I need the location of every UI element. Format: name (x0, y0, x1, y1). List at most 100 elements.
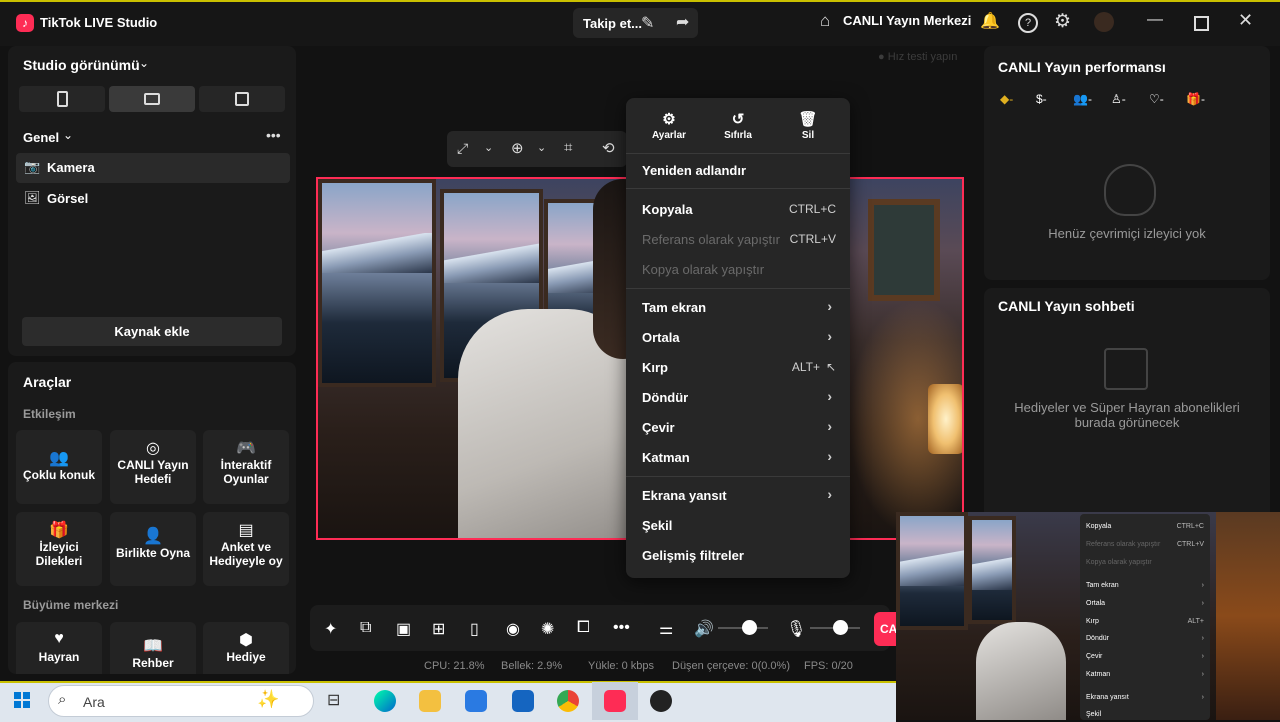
camera-effects-icon[interactable]: ✺ (541, 619, 554, 639)
source-item-image[interactable]: 🖼 Görsel (16, 184, 290, 214)
edit-icon[interactable]: ✎ (641, 13, 654, 33)
minimize-icon[interactable]: — (1147, 11, 1163, 29)
image-icon: 🖼 (24, 190, 41, 205)
task-view-icon[interactable]: ⊟ (327, 690, 349, 712)
record-icon[interactable]: ◉ (506, 619, 520, 639)
menu-item-copy[interactable]: Kopyala CTRL+C (642, 202, 836, 222)
ctx-delete-button[interactable]: 🗑 Sil (778, 110, 838, 141)
mini-label: Tam ekran (1086, 582, 1119, 589)
tool-poll[interactable]: ▤ Anket ve Hediyeyle oy (203, 512, 289, 586)
divider (626, 188, 850, 189)
file-explorer-icon[interactable] (419, 690, 441, 712)
tool-play-together[interactable]: 👤 Birlikte Oyna (110, 512, 196, 586)
gear-icon[interactable]: ⚙ (1054, 10, 1071, 33)
tool-interactive-games[interactable]: 🎮 İnteraktif Oyunlar (203, 430, 289, 504)
chevron-down-icon[interactable]: ⌄ (484, 141, 493, 154)
chevron-down-icon[interactable]: ⌄ (139, 56, 149, 70)
rotate-icon[interactable]: ⟲ (602, 139, 615, 157)
help-icon[interactable]: ? (1018, 13, 1038, 33)
chrome-icon[interactable] (557, 690, 579, 712)
scene-switch-icon[interactable]: ⧉ (360, 619, 371, 637)
tool-viewer-wishes[interactable]: 🎁 İzleyici Dilekleri (16, 512, 102, 586)
menu-item-center[interactable]: Ortala › (642, 328, 836, 350)
tool-label: Anket ve Hediyeyle oy (209, 540, 283, 568)
center-icon[interactable]: ⊕ (511, 139, 524, 157)
taskbar-search[interactable]: ⌕ Ara ✨ (48, 685, 314, 717)
add-frame-icon[interactable]: ⊞ (432, 619, 445, 639)
landscape-view-button[interactable] (109, 86, 195, 112)
ctx-settings-button[interactable]: ⚙ Ayarlar (639, 110, 699, 141)
tools-panel: Araçlar Etkileşim 👥 Çoklu konuk ◎ CANLI Ya… (8, 362, 296, 674)
share-icon[interactable]: ➦ (676, 12, 689, 32)
menu-item-rotate[interactable]: Döndür › (642, 388, 836, 410)
phone-icon[interactable]: ▯ (470, 619, 479, 639)
menu-label: Kırp (642, 360, 668, 375)
edge-icon[interactable] (374, 690, 396, 712)
sliders-icon[interactable]: ⚌ (659, 619, 673, 639)
more-icon[interactable]: ••• (266, 127, 281, 143)
menu-item-shape[interactable]: Şekil (642, 518, 836, 538)
app-taskbar-icon[interactable] (650, 690, 672, 712)
ctx-reset-button[interactable]: ↺ Sıfırla (708, 110, 768, 141)
home-icon: ⌂ (820, 11, 831, 30)
chevron-down-icon[interactable]: ⌄ (537, 141, 546, 154)
menu-label: Ekrana yansıt (642, 488, 727, 503)
store-icon[interactable] (465, 690, 487, 712)
video-icon[interactable]: ⧠ (577, 619, 590, 637)
menu-item-layer[interactable]: Katman › (642, 448, 836, 470)
magic-icon[interactable]: ✦ (324, 619, 337, 639)
fan-icon: ♥ (54, 630, 64, 647)
mini-menu-item: Kopya olarak yapıştır (1086, 559, 1204, 566)
maximize-icon[interactable] (1194, 16, 1209, 31)
chevron-down-icon[interactable]: ⌄ (63, 128, 73, 142)
menu-item-project[interactable]: Ekrana yansıt › (642, 486, 836, 508)
menu-item-filters[interactable]: Gelişmiş filtreler (642, 548, 836, 568)
menu-label: Kopyala (642, 202, 693, 217)
portrait-view-button[interactable] (19, 86, 105, 112)
tool-fan[interactable]: ♥ Hayran (16, 622, 102, 674)
menu-shortcut: CTRL+V (789, 232, 836, 246)
chevron-right-icon: › (827, 418, 832, 434)
menu-item-rename[interactable]: Yeniden adlandır (642, 163, 836, 183)
volume-knob[interactable] (742, 620, 757, 635)
avatar[interactable] (1094, 12, 1114, 32)
source-item-camera[interactable]: 📷 Kamera (16, 153, 290, 183)
tiktok-taskbar-icon[interactable] (604, 690, 626, 712)
menu-item-fullscreen[interactable]: Tam ekran › (642, 298, 836, 320)
more-icon[interactable]: ••• (613, 619, 630, 637)
tool-live-goal[interactable]: ◎ CANLI Yayın Hedefi (110, 430, 196, 504)
close-icon[interactable]: ✕ (1238, 10, 1253, 31)
tool-gift[interactable]: ⬢ Hediye (203, 622, 289, 674)
tool-multi-guest[interactable]: 👥 Çoklu konuk (16, 430, 102, 504)
dual-view-button[interactable] (199, 86, 285, 112)
tool-label: CANLI Yayın Hedefi (117, 458, 189, 486)
live-center-link[interactable]: CANLI Yayın Merkezi (843, 13, 971, 28)
divider (626, 288, 850, 289)
microphone-icon[interactable]: 🎙 (786, 619, 806, 639)
tool-label: İnteraktif Oyunlar (220, 458, 272, 486)
viewers-icon: 👥- (1073, 92, 1092, 106)
mini-menu-item: Ortala › (1086, 600, 1204, 607)
menu-item-crop[interactable]: Kırp ALT+ ↖ (642, 360, 836, 380)
bell-icon[interactable]: 🔔 (980, 11, 1000, 31)
snapshot-icon[interactable]: ▣ (396, 619, 411, 639)
crop-icon[interactable]: ⌗ (564, 139, 572, 156)
menu-item-paste-reference[interactable]: Referans olarak yapıştır CTRL+V (642, 232, 836, 252)
menu-item-paste-copy[interactable]: Kopya olarak yapıştır (642, 262, 836, 282)
windows-start-icon[interactable] (14, 692, 30, 708)
speed-test-link[interactable]: ● Hız testi yapın (878, 51, 957, 63)
tool-guide[interactable]: 📖 Rehber (110, 622, 196, 674)
fullscreen-icon[interactable]: ⤢ (457, 140, 468, 157)
general-title[interactable]: Genel (23, 130, 59, 145)
mini-menu-item: Tam ekran › (1086, 582, 1204, 589)
mic-knob[interactable] (833, 620, 848, 635)
speaker-icon[interactable]: 🔊 (694, 619, 714, 639)
studio-view-title[interactable]: Studio görünümü (23, 57, 140, 73)
outlook-icon[interactable] (512, 690, 534, 712)
add-source-button[interactable]: Kaynak ekle (22, 317, 282, 346)
menu-label: Çevir (642, 420, 675, 435)
menu-label: Referans olarak yapıştır (642, 232, 781, 247)
menu-label: Tam ekran (642, 300, 707, 315)
chevron-right-icon: › (1201, 600, 1204, 607)
menu-item-flip[interactable]: Çevir › (642, 418, 836, 440)
